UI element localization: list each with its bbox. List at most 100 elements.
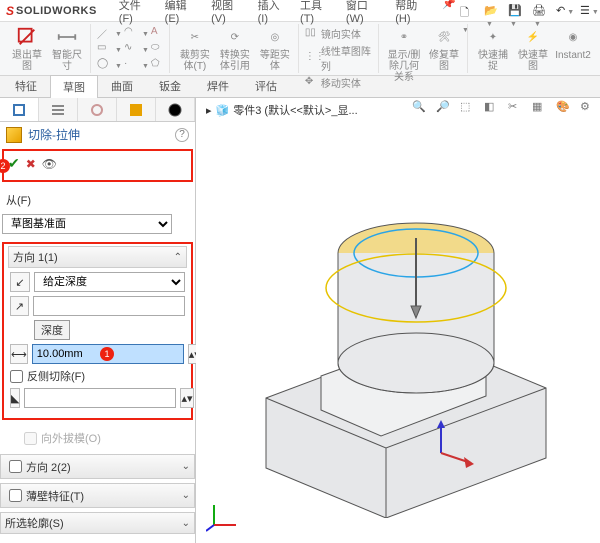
trim-button[interactable]: ✂裁剪实体(T) (176, 24, 214, 72)
undo-icon[interactable]: ↶ (556, 4, 570, 18)
line-tool[interactable]: ／ (97, 26, 122, 40)
collapse-icon[interactable]: ⌃ (174, 252, 182, 263)
repair-button[interactable]: 🛠修复草图 (425, 24, 463, 72)
tab-sheetmetal[interactable]: 钣金 (146, 74, 194, 97)
breadcrumb[interactable]: ▸ 🧊 零件3 (默认<<默认>_显... (206, 102, 358, 118)
search-icon[interactable]: 🔍 (412, 100, 428, 116)
end-condition-select[interactable]: 给定深度 (34, 272, 185, 292)
cut-extrude-icon (6, 127, 22, 143)
menu-view[interactable]: 视图(V) (207, 0, 249, 27)
logo-solidworks: SOLIDWORKS (16, 5, 97, 17)
open-icon[interactable]: 📂 (484, 4, 498, 18)
settings-icon[interactable]: ⚙ (580, 100, 596, 116)
ribbon-group-modify: ✂裁剪实体(T) ⟳转换实体引用 ◎等距实体 (172, 24, 299, 73)
new-icon[interactable]: 🗋 (460, 4, 474, 18)
thin-checkbox[interactable] (9, 489, 22, 502)
offset-button[interactable]: ◎等距实体 (256, 24, 294, 72)
view-orient-icon[interactable]: ⬚ (460, 100, 476, 116)
dir2-checkbox[interactable] (9, 460, 22, 473)
logo-ds: S (6, 4, 14, 18)
crumb-expand-icon[interactable]: ▸ (206, 104, 212, 117)
view-triad[interactable] (206, 497, 242, 533)
point-tool[interactable]: · (124, 58, 149, 72)
tab-feature[interactable]: 特征 (2, 74, 50, 97)
menu-file[interactable]: 文件(F) (115, 0, 157, 27)
section-from: 从(F) 草图基准面 (0, 190, 195, 238)
menu-tools[interactable]: 工具(T) (296, 0, 338, 27)
linpat-button[interactable]: ⋮⋮线性草图阵列 (305, 43, 374, 73)
dir2-header[interactable]: 方向 2(2) ⌄ (0, 454, 195, 479)
menu-pin-icon[interactable]: 📌 (438, 0, 460, 27)
pm-header: 切除-拉伸 ? (0, 122, 195, 147)
draft-field[interactable] (24, 388, 176, 408)
pm-tab-feature-icon[interactable] (0, 98, 39, 121)
depth-icon: ⟷ (10, 344, 28, 364)
preview-button[interactable]: 👁 (42, 157, 57, 171)
pm-tab-appear-icon[interactable] (156, 98, 195, 121)
draft-spinner-icon[interactable]: ▴▾ (180, 388, 193, 408)
move-button[interactable]: ✥移动实体 (305, 75, 374, 90)
ribbon-group-snap: ✦快速捕捉 ⚡快速草图 ◉Instant2 (470, 24, 596, 73)
tab-sketch[interactable]: 草图 (50, 75, 98, 98)
pm-tab-prop-icon[interactable] (117, 98, 156, 121)
spline-tool[interactable]: ∿ (124, 42, 149, 56)
pm-tab-tree-icon[interactable] (39, 98, 78, 121)
display-style-icon[interactable]: ◧ (484, 100, 500, 116)
appearance-icon[interactable]: 🎨 (556, 100, 572, 116)
thin-label: 薄壁特征(T) (26, 488, 84, 504)
direction-ref-button[interactable]: ↗ (10, 296, 29, 316)
smart-dim-button[interactable]: 智能尺寸 (48, 24, 86, 72)
heads-up-toolbar: 🔍 🔎 ⬚ ◧ ✂ ▦ 🎨 ⚙ (412, 100, 596, 116)
expand-icon[interactable]: ⌄ (182, 490, 190, 501)
ribbon-group-draw: ／ ▭ ◯ ◠ ∿ · A ⬭ ⬠ (93, 24, 170, 73)
menu-insert[interactable]: 插入(I) (254, 0, 292, 27)
graphics-viewport[interactable]: ▸ 🧊 零件3 (默认<<默认>_显... 🔍 🔎 ⬚ ◧ ✂ ▦ 🎨 ⚙ (196, 98, 600, 543)
pm-tab-config-icon[interactable] (78, 98, 117, 121)
text-tool[interactable]: A (151, 26, 165, 40)
scene-icon[interactable]: ▦ (532, 100, 548, 116)
options-icon[interactable]: ☰ (580, 4, 594, 18)
expand-icon[interactable]: ⌄ (182, 518, 190, 529)
save-icon[interactable]: 💾 (508, 4, 522, 18)
mirror-button[interactable]: ▯▯镜向实体 (305, 26, 374, 41)
show-rel-button[interactable]: ⚭显示/删除几何关系 (385, 24, 423, 83)
tab-evaluate[interactable]: 评估 (242, 74, 290, 97)
menu-help[interactable]: 帮助(H) (391, 0, 434, 27)
expand-icon[interactable]: ⌄ (182, 461, 190, 472)
instant2d-button[interactable]: ◉Instant2 (554, 24, 592, 61)
exit-sketch-button[interactable]: 退出草图 (8, 24, 46, 72)
cancel-button[interactable]: ✖ (26, 157, 36, 171)
menu-window[interactable]: 窗口(W) (342, 0, 387, 27)
rapidsketch-button[interactable]: ⚡快速草图 (514, 24, 552, 72)
rect-tool[interactable]: ▭ (97, 42, 122, 56)
smart-dim-label: 智能尺寸 (48, 50, 86, 72)
tab-weldment[interactable]: 焊件 (194, 74, 242, 97)
highlight-box-confirm: 2 ✔ ✖ 👁 (2, 149, 193, 182)
annotation-badge-1: 1 (100, 347, 114, 361)
depth-button[interactable]: 深度 (34, 320, 70, 340)
circle-tool[interactable]: ◯ (97, 58, 122, 72)
arc-tool[interactable]: ◠ (124, 26, 149, 40)
quicksnap-button[interactable]: ✦快速捕捉 (474, 24, 512, 72)
print-icon[interactable]: 🖨 (532, 4, 546, 18)
flip-cut-checkbox[interactable]: 反侧切除(F) (10, 368, 185, 384)
slot-tool[interactable]: ⬭ (151, 42, 165, 56)
pm-tab-strip (0, 98, 195, 122)
ribbon-group-sketch: 退出草图 智能尺寸 (4, 24, 91, 73)
dir2-label: 方向 2(2) (26, 459, 71, 475)
reverse-dir-button[interactable]: ↙ (10, 272, 30, 292)
from-select[interactable]: 草图基准面 (2, 214, 172, 234)
tab-surface[interactable]: 曲面 (98, 74, 146, 97)
menu-edit[interactable]: 编辑(E) (161, 0, 203, 27)
zoom-icon[interactable]: 🔎 (436, 100, 452, 116)
help-icon[interactable]: ? (175, 128, 189, 142)
contour-header[interactable]: 所选轮廓(S) ⌄ (0, 512, 195, 534)
poly-tool[interactable]: ⬠ (151, 58, 165, 72)
section-icon[interactable]: ✂ (508, 100, 524, 116)
model-render (226, 138, 586, 518)
convert-button[interactable]: ⟳转换实体引用 (216, 24, 254, 72)
direction-ref-field[interactable] (33, 296, 185, 316)
draft-button[interactable]: ◣ (10, 388, 20, 408)
dir1-header[interactable]: 方向 1(1) ⌃ (8, 246, 187, 268)
thin-header[interactable]: 薄壁特征(T) ⌄ (0, 483, 195, 508)
